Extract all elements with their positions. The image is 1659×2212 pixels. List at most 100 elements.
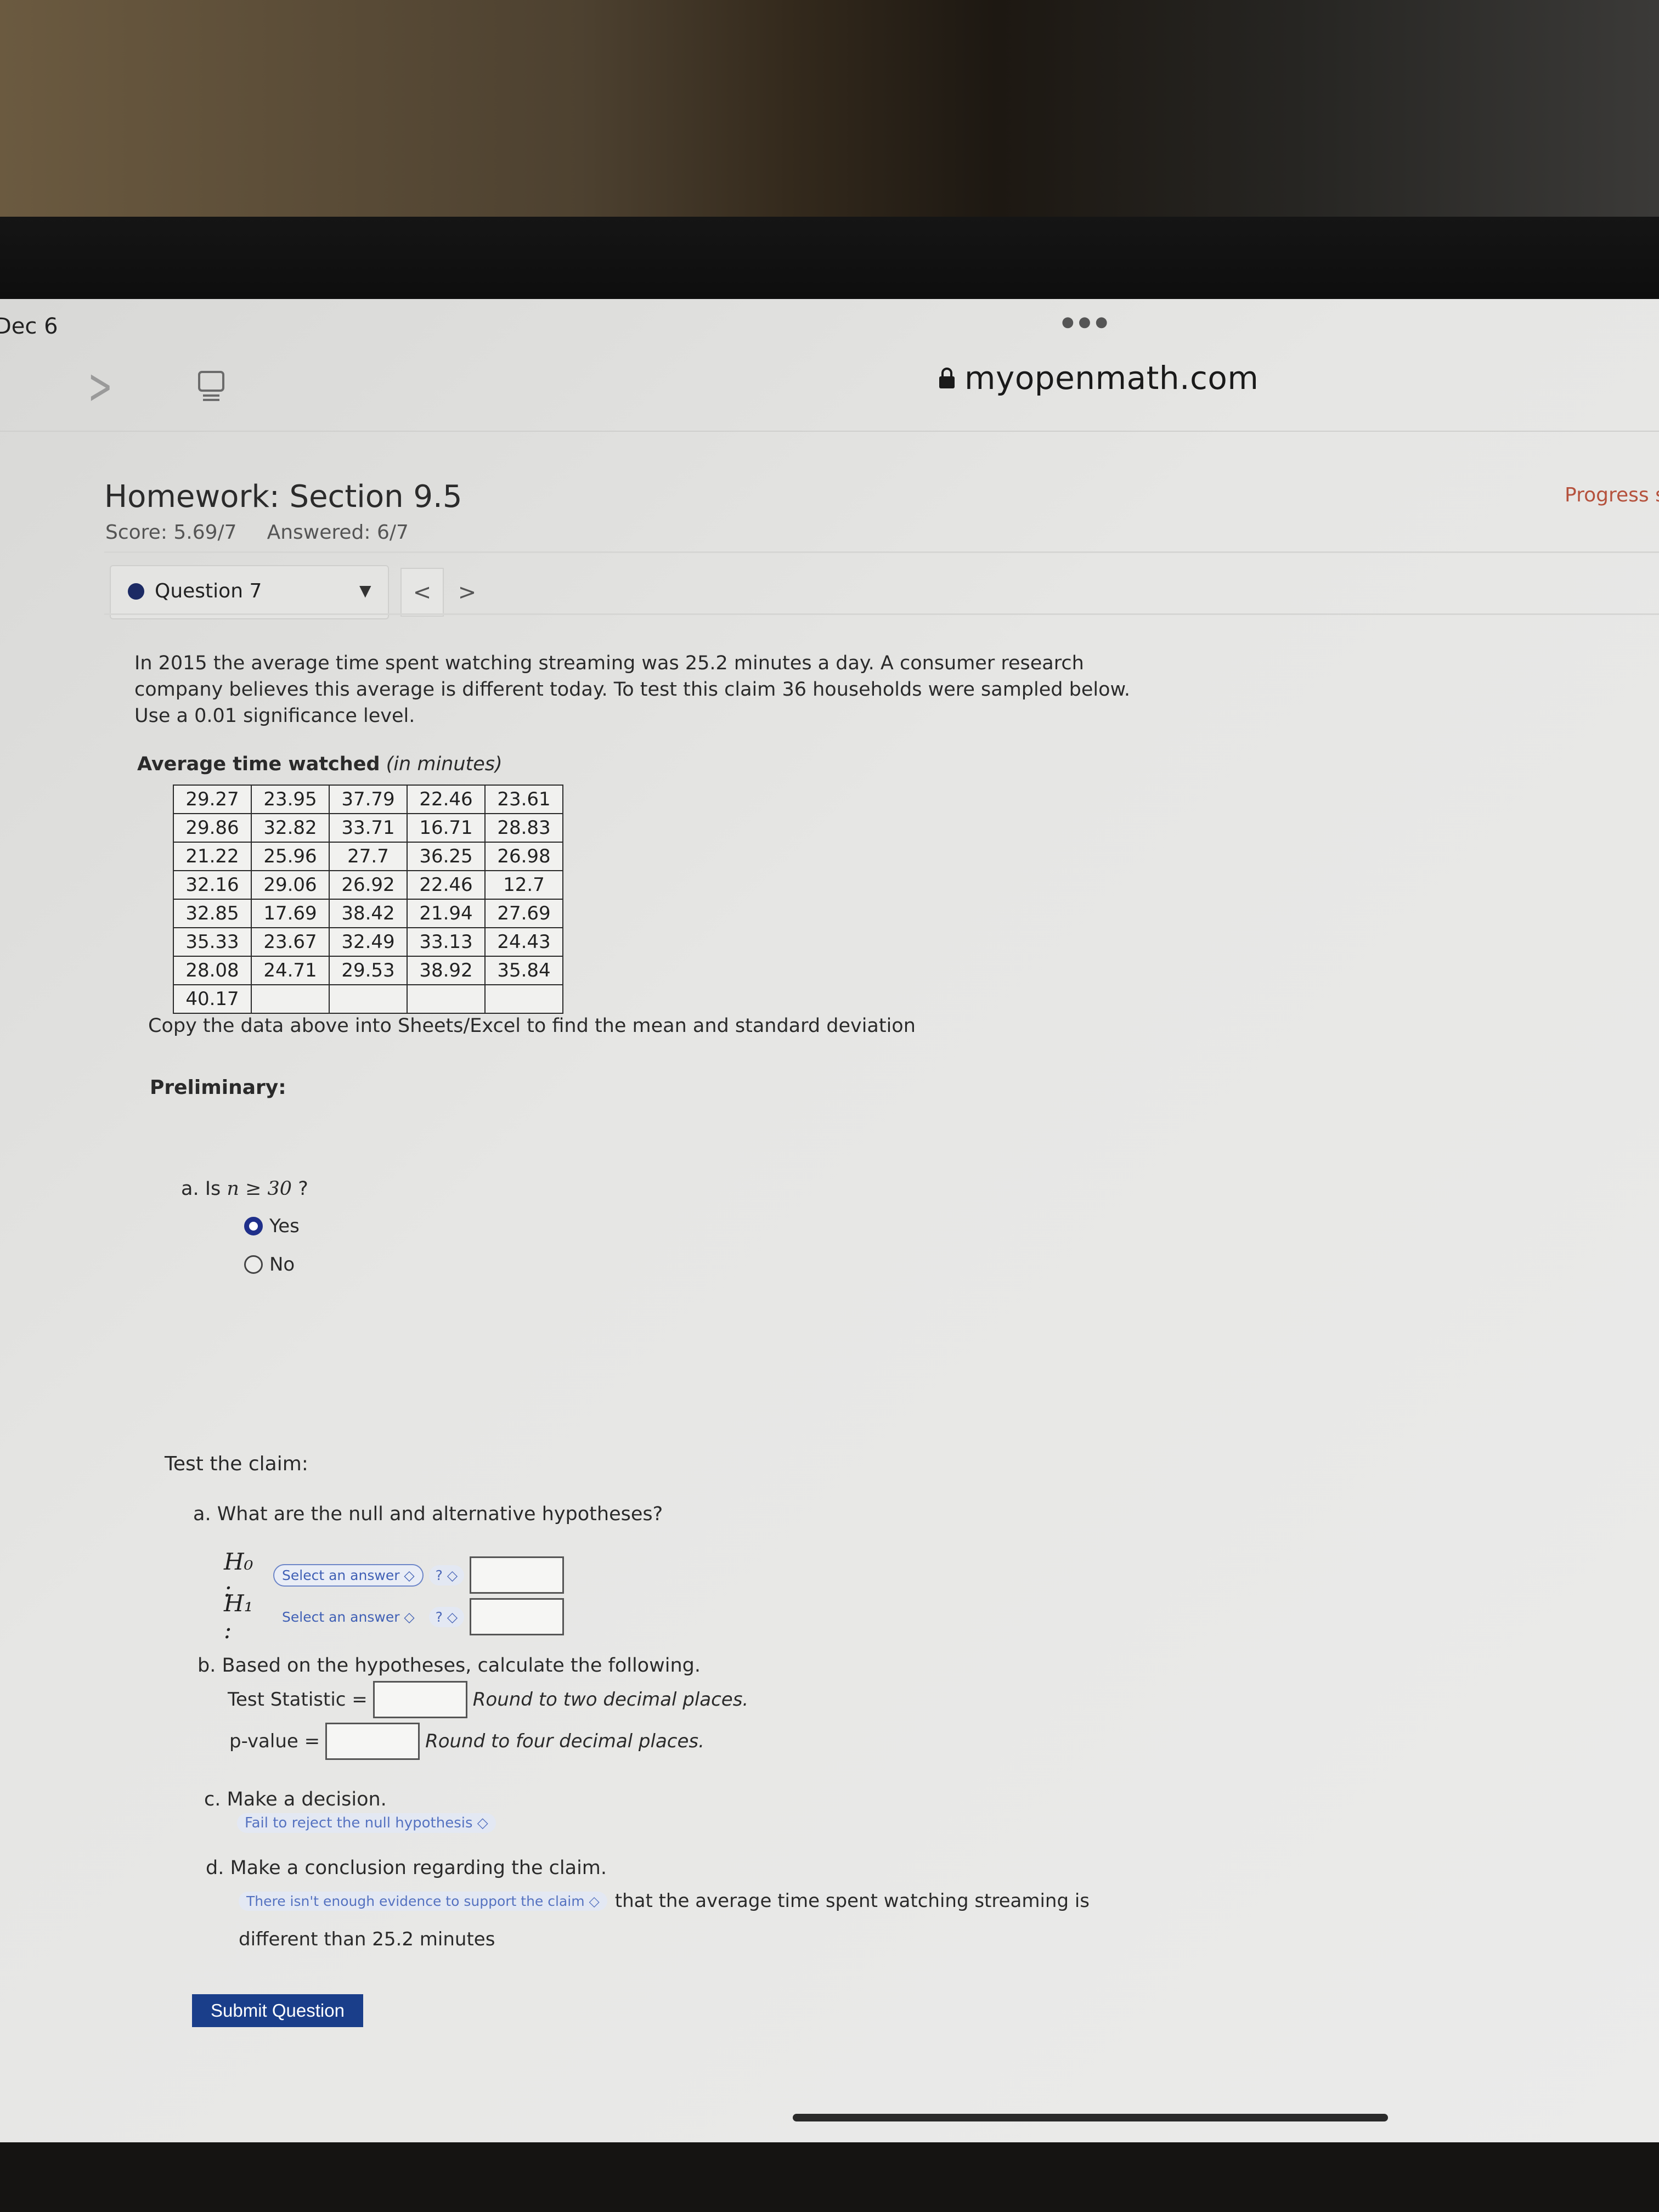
p-value-row: p-value = Round to four decimal places. [229, 1723, 704, 1760]
more-dots-icon[interactable]: ●●● [1062, 314, 1112, 330]
radio-option-yes[interactable]: Yes [244, 1215, 300, 1237]
question-prefix: a. Is [181, 1178, 221, 1200]
table-cell: 29.86 [173, 813, 252, 843]
table-cell: 24.71 [251, 956, 330, 985]
table-title-main: Average time watched [137, 753, 380, 775]
h1-label: H₁ : [224, 1590, 253, 1644]
calculate-question: b. Based on the hypotheses, calculate th… [198, 1655, 701, 1677]
question-status-dot-icon [128, 583, 144, 600]
question-prompt: In 2015 the average time spent watching … [134, 652, 1131, 727]
question-select-label: Question 7 [155, 580, 262, 602]
table-cell: 29.27 [173, 785, 252, 814]
table-cell: 35.33 [173, 927, 252, 957]
table-cell: 23.95 [251, 785, 330, 814]
test-statistic-input[interactable] [373, 1681, 467, 1718]
conclusion-select[interactable]: There isn't enough evidence to support t… [239, 1891, 607, 1911]
table-cell [407, 984, 486, 1014]
table-cell: 22.46 [407, 785, 486, 814]
photo-background-bottom [0, 2142, 1659, 2212]
table-cell: 29.53 [329, 956, 408, 985]
p-value-rounding: Round to four decimal places. [425, 1730, 704, 1752]
radio-option-no[interactable]: No [244, 1254, 295, 1276]
h1-value-input[interactable] [470, 1598, 565, 1635]
table-row: 40.17 [173, 984, 563, 1014]
table-cell: 26.98 [484, 842, 563, 871]
table-cell: 24.43 [484, 927, 563, 957]
h0-operator-select[interactable]: ? ◇ [428, 1565, 465, 1585]
radio-selected-icon[interactable] [244, 1217, 263, 1235]
table-cell: 36.25 [407, 842, 486, 871]
math-condition: n ≥ 30 [227, 1178, 292, 1200]
hypotheses-question: a. What are the null and alternative hyp… [193, 1503, 663, 1525]
radio-label: Yes [269, 1215, 300, 1237]
h1-operator-select[interactable]: ? ◇ [428, 1606, 465, 1627]
h0-value-input[interactable] [470, 1556, 565, 1594]
table-cell: 26.92 [329, 870, 408, 900]
divider [104, 551, 1659, 553]
table-cell: 28.83 [484, 813, 563, 843]
table-cell: 33.71 [329, 813, 408, 843]
url-text: myopenmath.com [964, 359, 1259, 397]
test-statistic-row: Test Statistic = Round to two decimal pl… [228, 1681, 748, 1718]
copy-data-note: Copy the data above into Sheets/Excel to… [148, 1015, 916, 1037]
conclusion-text-continued: different than 25.2 minutes [239, 1928, 495, 1950]
table-cell: 38.42 [329, 899, 408, 928]
table-cell: 23.61 [484, 785, 563, 814]
h1-parameter-select[interactable]: Select an answer ◇ [273, 1606, 424, 1628]
prev-question-button[interactable]: < [400, 568, 444, 617]
table-row: 35.33 23.67 32.49 33.13 24.43 [173, 927, 563, 957]
test-statistic-rounding: Round to two decimal places. [472, 1689, 749, 1711]
home-indicator[interactable] [793, 2114, 1388, 2121]
radio-label: No [269, 1254, 295, 1276]
radio-unselected-icon[interactable] [244, 1255, 263, 1274]
table-cell [484, 984, 563, 1014]
h0-parameter-select[interactable]: Select an answer ◇ [273, 1564, 424, 1587]
score-row: Score: 5.69/7 Answered: 6/7 [105, 521, 409, 544]
test-statistic-label: Test Statistic = [228, 1689, 368, 1711]
table-title-units: (in minutes) [386, 753, 503, 775]
p-value-label: p-value = [229, 1730, 320, 1752]
table-cell: 27.69 [484, 899, 563, 928]
table-row: 29.86 32.82 33.71 16.71 28.83 [173, 813, 563, 843]
table-cell: 21.94 [407, 899, 486, 928]
p-value-input[interactable] [325, 1723, 420, 1760]
tabs-icon[interactable] [198, 370, 225, 402]
table-cell: 33.13 [407, 927, 486, 957]
table-cell: 17.69 [251, 899, 330, 928]
table-cell: 27.7 [329, 842, 408, 871]
data-table: 29.27 23.95 37.79 22.46 23.61 29.86 32.8… [173, 785, 563, 1014]
device-bezel [0, 217, 1659, 299]
table-cell: 22.46 [407, 870, 486, 900]
table-title: Average time watched (in minutes) [137, 753, 503, 775]
status-date: Dec 6 [0, 314, 58, 339]
table-cell: 38.92 [407, 956, 486, 985]
caret-down-icon[interactable]: ▼ [359, 582, 371, 600]
table-cell: 35.84 [484, 956, 563, 985]
table-cell: 28.08 [173, 956, 252, 985]
table-cell: 16.71 [407, 813, 486, 843]
table-cell: 32.16 [173, 870, 252, 900]
table-row: 32.16 29.06 26.92 22.46 12.7 [173, 870, 563, 900]
progress-saved-note: Progress sa [1565, 484, 1659, 506]
address-bar[interactable]: myopenmath.com [938, 359, 1259, 397]
table-row: 21.22 25.96 27.7 36.25 26.98 [173, 842, 563, 871]
table-cell: 32.82 [251, 813, 330, 843]
decision-select[interactable]: Fail to reject the null hypothesis ◇ [237, 1813, 496, 1833]
decision-question: c. Make a decision. [204, 1788, 387, 1810]
conclusion-row: There isn't enough evidence to support t… [239, 1890, 1090, 1912]
table-cell: 29.06 [251, 870, 330, 900]
submit-question-button[interactable]: Submit Question [192, 1994, 363, 2027]
answered-text: Answered: 6/7 [267, 521, 409, 544]
conclusion-text: that the average time spent watching str… [614, 1890, 1090, 1912]
back-chevron-icon[interactable]: > [88, 362, 112, 411]
alt-hypothesis-row: H₁ : Select an answer ◇ ? ◇ [224, 1590, 565, 1644]
table-cell: 40.17 [173, 984, 252, 1014]
next-question-button[interactable]: > [445, 568, 489, 617]
question-suffix: ? [298, 1178, 308, 1200]
table-row: 28.08 24.71 29.53 38.92 35.84 [173, 956, 563, 985]
table-row: 29.27 23.95 37.79 22.46 23.61 [173, 785, 563, 814]
divider [104, 613, 1659, 615]
table-cell: 32.85 [173, 899, 252, 928]
table-cell: 12.7 [484, 870, 563, 900]
preliminary-heading: Preliminary: [150, 1076, 286, 1099]
